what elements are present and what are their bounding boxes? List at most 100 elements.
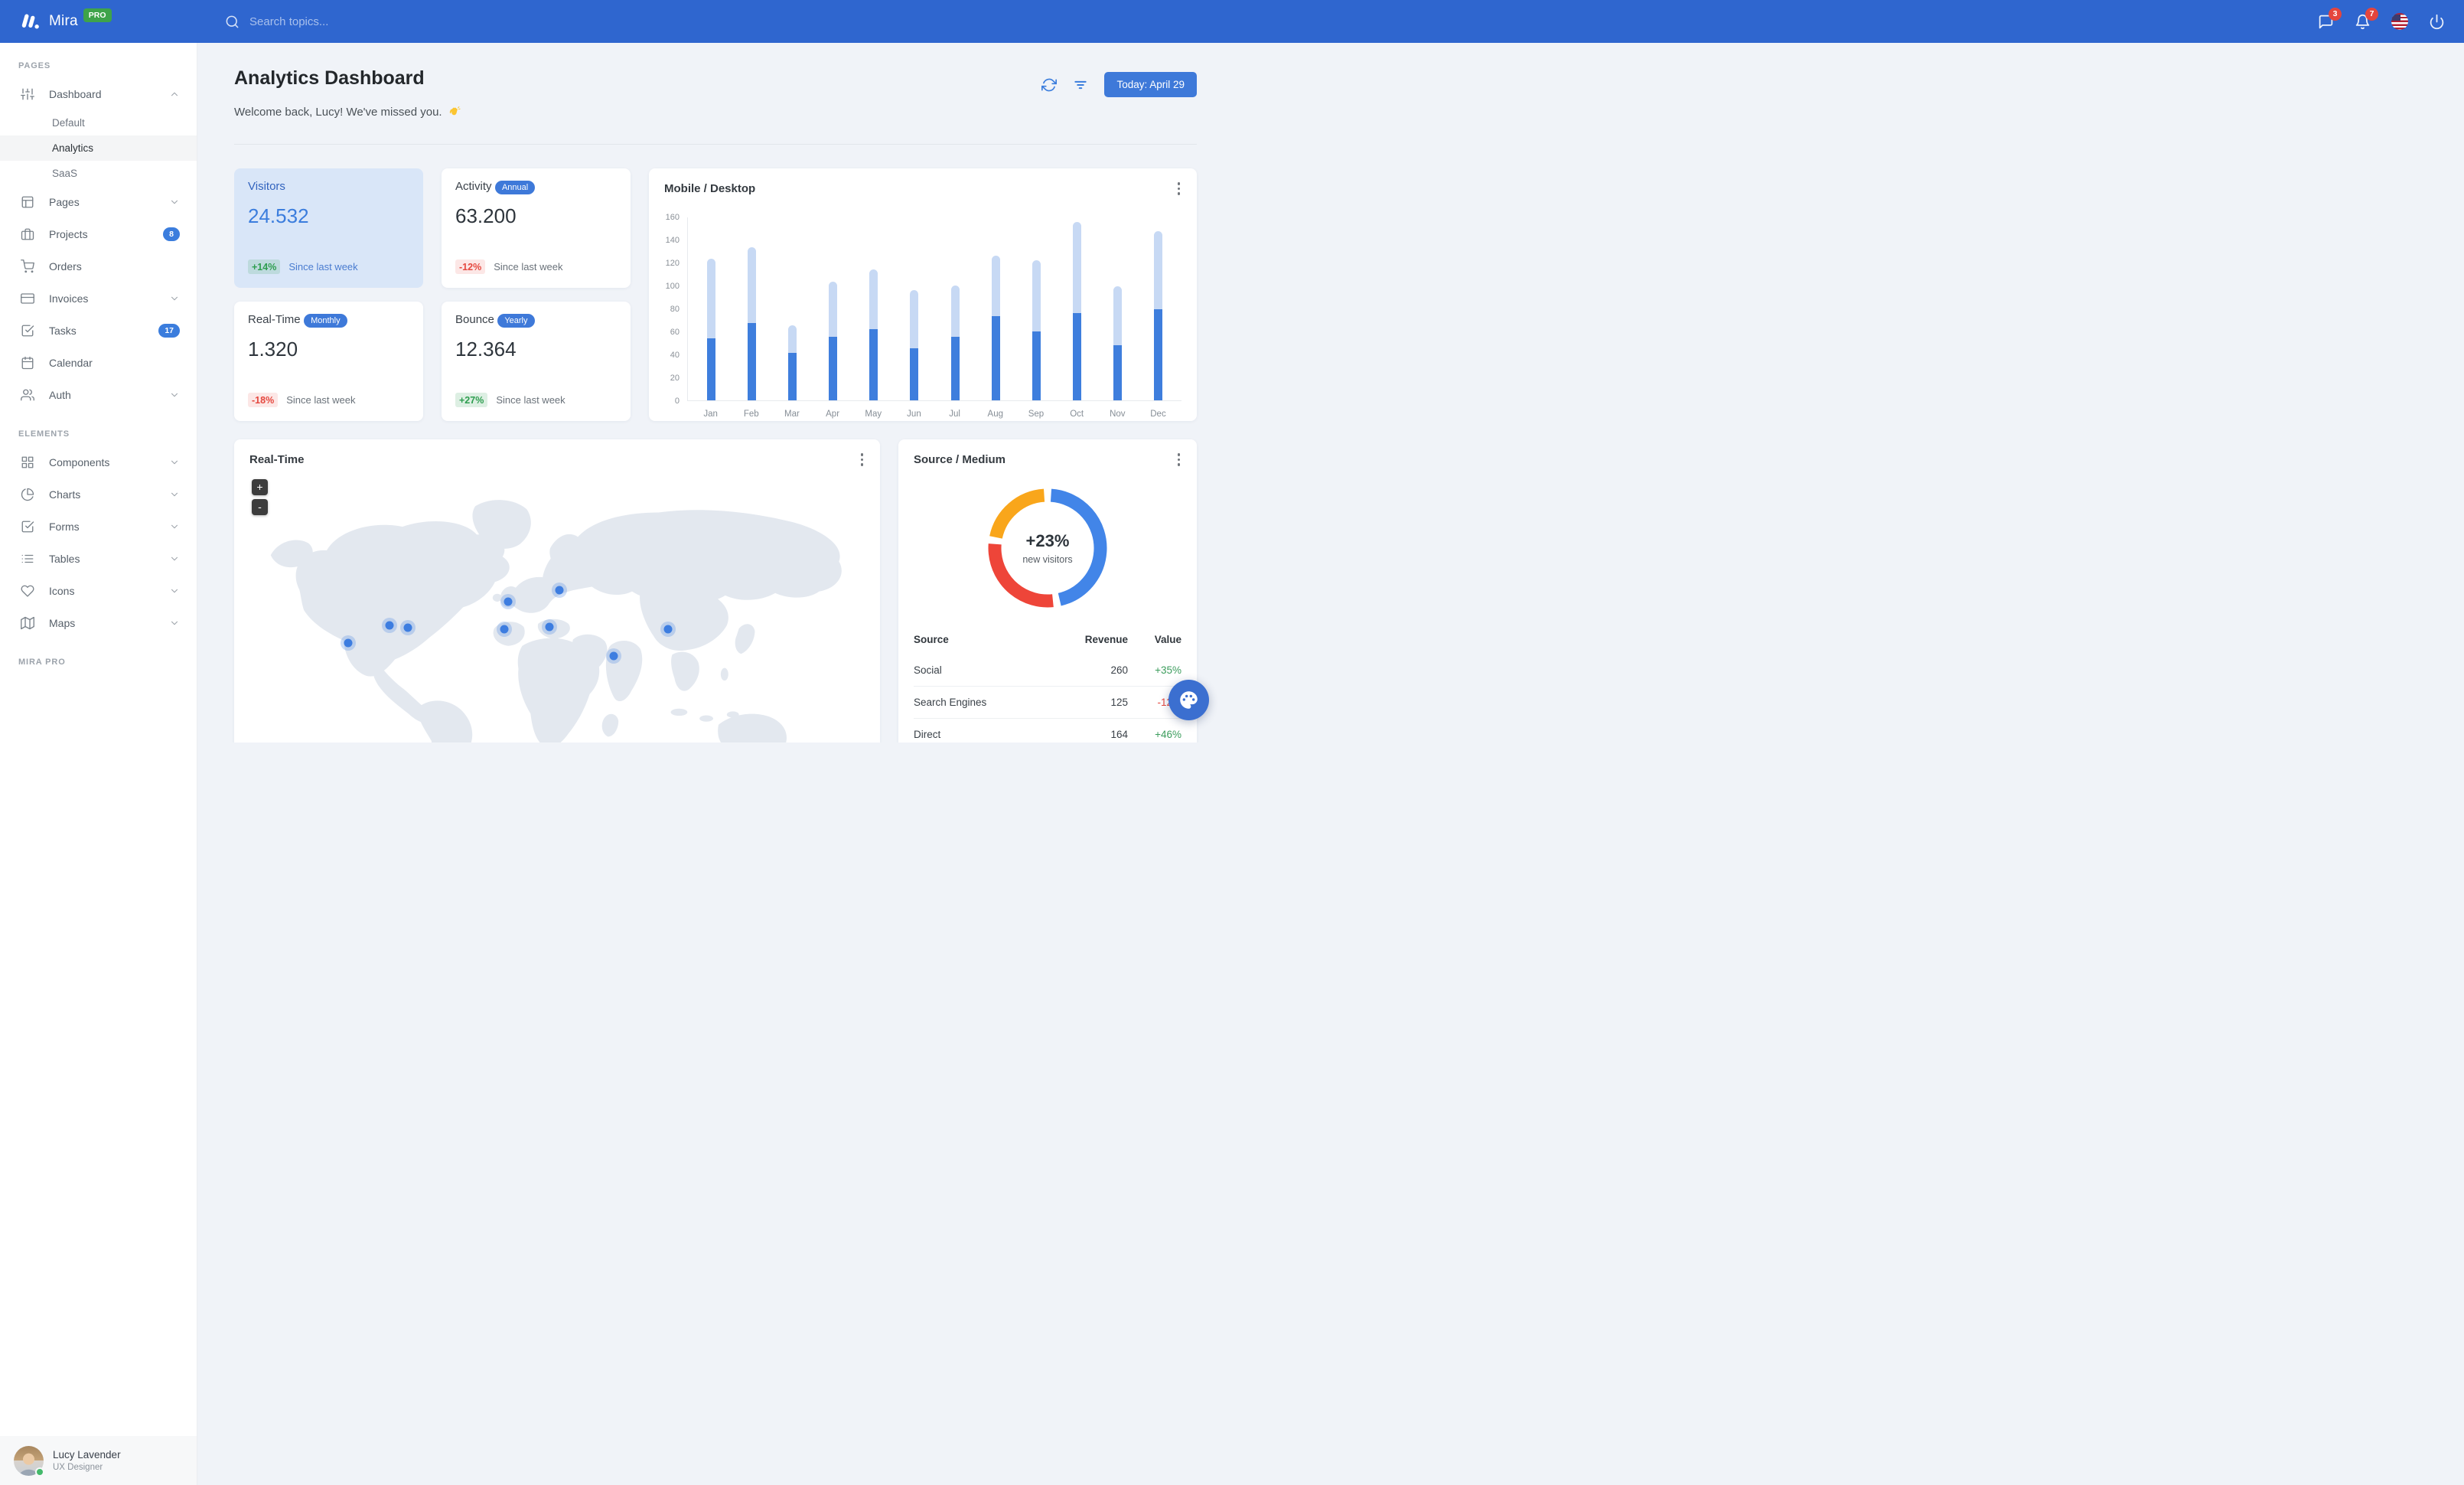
brand[interactable]: Mira PRO [0, 8, 197, 31]
cell-value: +46% [1128, 717, 1181, 742]
sidebar-item-label: Charts [49, 488, 81, 501]
sidebar-item-forms[interactable]: Forms [0, 511, 197, 543]
top-navbar: Mira PRO 3 7 [0, 0, 2464, 43]
bar-apr [829, 282, 838, 400]
credit-card-icon [21, 292, 34, 305]
map-marker[interactable] [500, 625, 509, 634]
heart-icon [21, 584, 34, 598]
notifications-button[interactable]: 7 [2355, 7, 2378, 30]
map-marker[interactable] [609, 651, 618, 661]
sidebar-item-analytics[interactable]: Analytics [0, 135, 197, 161]
chevron-down-icon [169, 618, 180, 628]
mira-logo-icon [20, 11, 41, 31]
map-marker[interactable] [344, 638, 353, 648]
sidebar-item-default[interactable]: Default [0, 110, 197, 135]
cell-source: Search Engines [914, 685, 1061, 718]
sidebar-item-tasks[interactable]: Tasks 17 [0, 315, 197, 347]
sidebar-item-pages[interactable]: Pages [0, 186, 197, 218]
palette-icon [1178, 690, 1199, 710]
cell-source: Direct [914, 717, 1061, 742]
sidebar-item-auth[interactable]: Auth [0, 379, 197, 411]
sidebar-item-calendar[interactable]: Calendar [0, 347, 197, 379]
chevron-down-icon [169, 489, 180, 500]
logout-button[interactable] [2429, 14, 2445, 30]
bar-may [869, 269, 878, 400]
search-bar[interactable] [225, 15, 494, 29]
map-marker[interactable] [385, 621, 393, 630]
sidebar-item-invoices[interactable]: Invoices [0, 282, 197, 315]
map-marker[interactable] [663, 625, 673, 634]
theme-settings-fab[interactable] [1168, 680, 1209, 720]
sidebar-item-tables[interactable]: Tables [0, 543, 197, 575]
col-value: Value [1154, 633, 1181, 645]
mobile-desktop-chart-card: Mobile / Desktop 0 20 40 60 80 100 120 140 160 J… [649, 168, 1197, 421]
world-map[interactable]: + - [249, 473, 865, 742]
bar-dec [1153, 231, 1162, 400]
map-marker[interactable] [504, 597, 513, 606]
sidebar-item-components[interactable]: Components [0, 446, 197, 478]
section-label-mira-pro: MIRA PRO [18, 658, 66, 667]
map-marker[interactable] [545, 622, 554, 632]
stat-card-bounce[interactable]: Bounce Yearly 12.364 +27% Since last wee… [442, 302, 631, 421]
x-axis: Jan Feb Mar Apr May Jun Jul Aug Sep Oct Nov Dec [703, 409, 1166, 419]
map-marker[interactable] [555, 586, 564, 595]
more-menu-icon[interactable] [859, 451, 865, 468]
sidebar-item-label: Auth [49, 389, 71, 401]
stat-value: 24.532 [248, 204, 309, 227]
donut-title: Source / Medium [914, 452, 1006, 466]
sidebar-item-dashboard[interactable]: Dashboard [0, 78, 197, 110]
sidebar-item-orders[interactable]: Orders [0, 250, 197, 282]
user-role: UX Designer [53, 1463, 103, 1472]
map-title: Real-Time [249, 452, 305, 466]
chart-title: Mobile / Desktop [664, 181, 756, 195]
donut-center-value: +23% [1025, 530, 1070, 550]
delta-chip: +27% [455, 393, 488, 407]
more-menu-icon[interactable] [1176, 180, 1182, 197]
messages-button[interactable]: 3 [2318, 7, 2342, 30]
sidebar-item-projects[interactable]: Projects 8 [0, 218, 197, 250]
page-title: Analytics Dashboard [234, 67, 425, 89]
sidebar-user[interactable]: Lucy Lavender UX Designer [0, 1436, 197, 1485]
bar-jan [707, 259, 716, 400]
sidebar-item-maps[interactable]: Maps [0, 607, 197, 639]
stat-note: Since last week [288, 261, 358, 273]
welcome-text: Welcome back, Lucy! We've missed you. [234, 106, 442, 119]
search-input[interactable] [249, 15, 494, 28]
stat-card-realtime[interactable]: Real-Time Monthly 1.320 -18% Since last … [234, 302, 423, 421]
stat-note: Since last week [494, 261, 563, 273]
zoom-in-button[interactable]: + [252, 478, 268, 495]
world-map-graphic [270, 499, 842, 742]
search-icon [225, 15, 240, 29]
refresh-icon[interactable] [1041, 77, 1058, 93]
chevron-down-icon [169, 197, 180, 207]
language-flag-us[interactable] [2391, 13, 2408, 30]
sidebar-item-saas[interactable]: SaaS [0, 161, 197, 186]
filter-icon[interactable] [1073, 77, 1088, 93]
bar-aug [991, 255, 1000, 400]
count-badge: 8 [163, 227, 180, 241]
stat-value: 1.320 [248, 338, 298, 361]
check-square-icon [21, 520, 34, 534]
period-badge: Monthly [304, 314, 347, 328]
map-icon [21, 616, 34, 630]
notifications-count-badge: 7 [2365, 7, 2378, 21]
donut-chart: +23% new visitors [982, 482, 1113, 614]
delta-chip: -12% [455, 259, 486, 274]
stat-card-visitors[interactable]: Visitors 24.532 +14% Since last week [234, 168, 423, 288]
sidebar: PAGES Dashboard Default Analytics SaaS Pages P… [0, 43, 197, 1485]
more-menu-icon[interactable] [1176, 451, 1182, 468]
sidebar-item-charts[interactable]: Charts [0, 478, 197, 511]
chevron-down-icon [169, 293, 180, 304]
sidebar-item-icons[interactable]: Icons [0, 575, 197, 607]
bar-jun [910, 289, 919, 400]
chevron-down-icon [169, 457, 180, 468]
stat-card-activity[interactable]: Activity Annual 63.200 -12% Since last w… [442, 168, 631, 288]
stat-title: Real-Time [248, 313, 301, 326]
cell-source: Social [914, 664, 942, 676]
cell-revenue: 125 [1061, 685, 1128, 718]
date-range-button[interactable]: Today: April 29 [1104, 72, 1197, 97]
map-marker[interactable] [403, 623, 412, 632]
zoom-out-button[interactable]: - [252, 498, 268, 515]
sidebar-item-label: Components [49, 456, 110, 468]
stat-note: Since last week [496, 394, 565, 406]
